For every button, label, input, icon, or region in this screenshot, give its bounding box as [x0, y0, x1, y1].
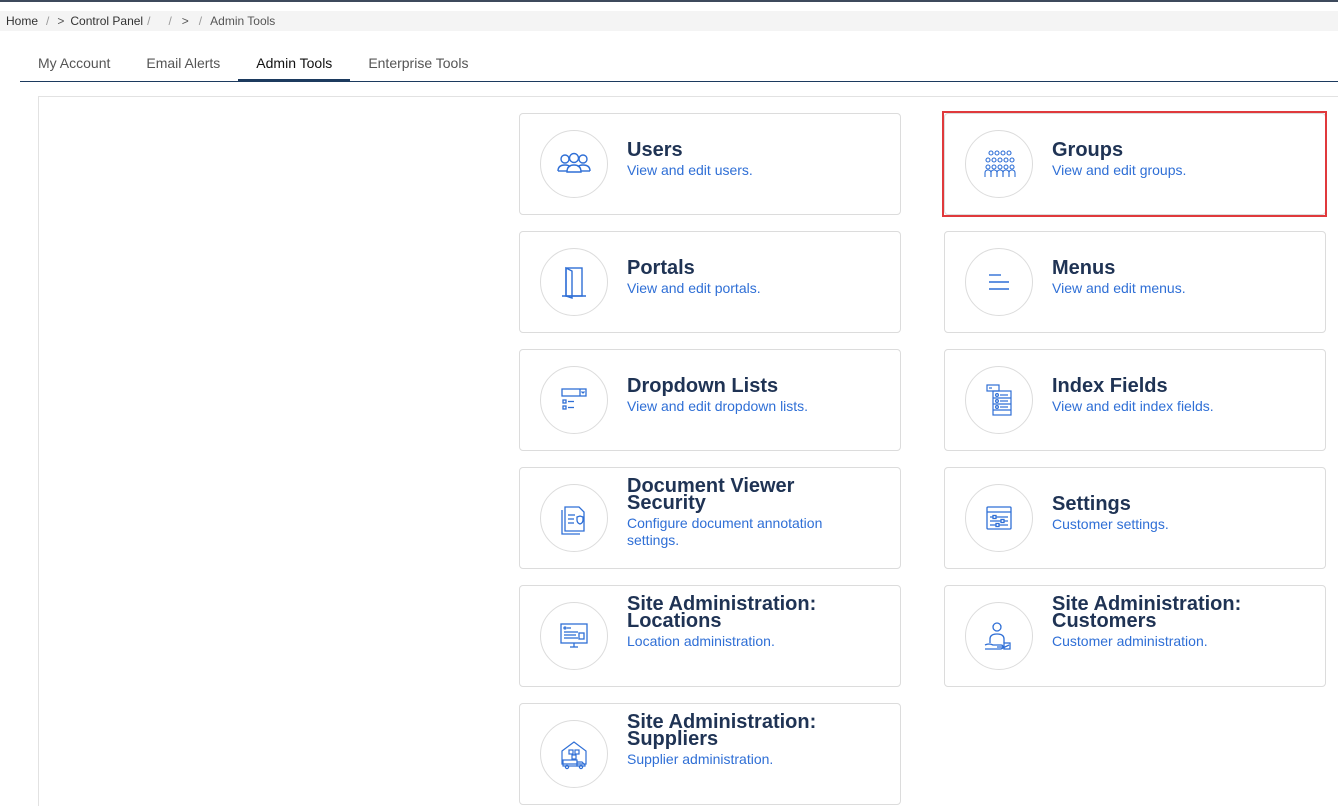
card-description[interactable]: View and edit dropdown lists. [627, 398, 887, 415]
card-description[interactable]: View and edit index fields. [1052, 398, 1312, 415]
document-security-icon [540, 484, 608, 552]
portals-card[interactable]: Portals View and edit portals. [519, 231, 901, 333]
warehouse-truck-icon [540, 720, 608, 788]
card-description[interactable]: Supplier administration. [627, 751, 887, 768]
site-admin-customers-card[interactable]: Site Administration: Customers Customer … [944, 585, 1326, 687]
card-description[interactable]: Location administration. [627, 633, 887, 650]
document-viewer-security-card[interactable]: Document Viewer Security Configure docum… [519, 467, 901, 569]
tab-email-alerts[interactable]: Email Alerts [128, 45, 238, 81]
breadcrumb-separator: / [168, 14, 172, 28]
breadcrumb-separator: / [147, 14, 151, 28]
settings-card[interactable]: Settings Customer settings. [944, 467, 1326, 569]
index-fields-card[interactable]: Index Fields View and edit index fields. [944, 349, 1326, 451]
site-admin-suppliers-card[interactable]: Site Administration: Suppliers Supplier … [519, 703, 901, 805]
site-admin-locations-card[interactable]: Site Administration: Locations Location … [519, 585, 901, 687]
tab-my-account[interactable]: My Account [20, 45, 128, 81]
card-description[interactable]: View and edit groups. [1052, 162, 1312, 179]
tab-bar: My Account Email Alerts Admin Tools Ente… [20, 45, 1338, 82]
tab-admin-tools[interactable]: Admin Tools [238, 45, 351, 82]
card-title: Index Fields [1052, 375, 1168, 397]
card-title: Portals [627, 257, 695, 279]
card-title: Site Administration: Customers [1052, 593, 1242, 632]
card-title: Menus [1052, 257, 1116, 279]
groups-card[interactable]: Groups View and edit groups. [944, 113, 1326, 215]
card-title: Groups [1052, 139, 1124, 161]
index-fields-icon [965, 366, 1033, 434]
breadcrumb-separator: / [198, 14, 203, 28]
card-description[interactable]: Customer settings. [1052, 516, 1312, 533]
settings-panel-icon [965, 484, 1033, 552]
card-title: Site Administration: Locations [627, 593, 817, 632]
menus-card[interactable]: Menus View and edit menus. [944, 231, 1326, 333]
tab-enterprise-tools[interactable]: Enterprise Tools [350, 45, 486, 81]
card-description[interactable]: Customer administration. [1052, 633, 1312, 650]
groups-icon [965, 130, 1033, 198]
card-title: Settings [1052, 493, 1131, 515]
top-border [0, 0, 1338, 2]
monitor-chart-icon [540, 602, 608, 670]
card-title: Users [627, 139, 683, 161]
dropdown-lists-card[interactable]: Dropdown Lists View and edit dropdown li… [519, 349, 901, 451]
door-icon [540, 248, 608, 316]
breadcrumb-control-panel[interactable]: Control Panel [70, 14, 143, 28]
breadcrumb-current: Admin Tools [210, 14, 276, 28]
menu-lines-icon [965, 248, 1033, 316]
card-description[interactable]: Configure document annotation settings. [627, 515, 837, 549]
breadcrumb-arrow: > [181, 14, 189, 28]
dropdown-list-icon [540, 366, 608, 434]
breadcrumb-home[interactable]: Home [6, 14, 38, 28]
card-title: Dropdown Lists [627, 375, 779, 397]
users-icon [540, 130, 608, 198]
card-description[interactable]: View and edit users. [627, 162, 887, 179]
card-title: Site Administration: Suppliers [627, 711, 817, 750]
breadcrumb-arrow: > [57, 14, 65, 28]
customer-hand-icon [965, 602, 1033, 670]
card-description[interactable]: View and edit portals. [627, 280, 887, 297]
breadcrumb: Home / > Control Panel / / > / Admin Too… [0, 11, 1338, 31]
card-title: Document Viewer Security [627, 475, 795, 514]
users-card[interactable]: Users View and edit users. [519, 113, 901, 215]
breadcrumb-separator: / [46, 14, 50, 28]
card-description[interactable]: View and edit menus. [1052, 280, 1312, 297]
